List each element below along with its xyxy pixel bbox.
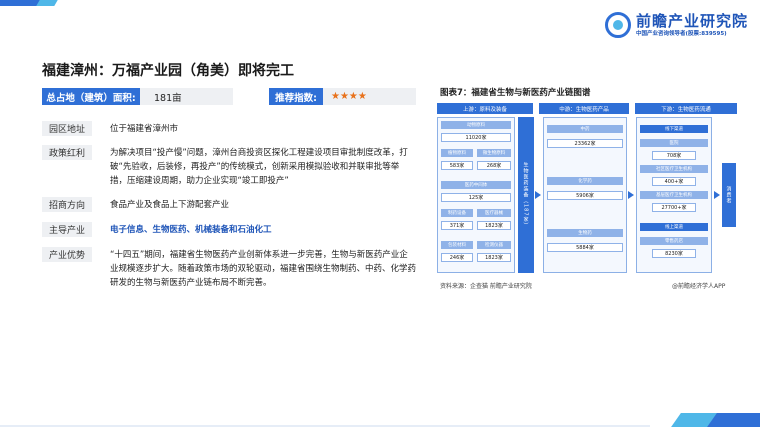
upstream-value: 246家 <box>441 253 473 262</box>
midstream-value: 23362家 <box>547 139 623 148</box>
midstream-value: 5884家 <box>547 243 623 252</box>
upstream-bar: 微生物原料 <box>477 149 511 157</box>
midstream-bar: 化学药 <box>547 177 623 185</box>
area-label: 总占地（建筑）面积: <box>42 88 140 105</box>
upstream-value: 371家 <box>441 221 473 230</box>
row-value: 电子信息、生物医药、机械装备和石油化工 <box>110 224 272 235</box>
detail-row-advantage: 产业优势 “十四五”期间，福建省生物医药产业创新体系进一步完善，生物与新医药产业… <box>42 247 416 295</box>
midstream-bar: 中药 <box>547 125 623 133</box>
arrow-right-icon <box>628 191 634 199</box>
downstream-channel-bar: 线下渠道 <box>640 125 708 133</box>
arrow-right-icon <box>714 191 720 199</box>
logo-subtitle: 中国产业咨询领导者(股票:839595) <box>635 30 727 37</box>
industry-chain-diagram: 上游：原料及装备 中游：生物医药产品 下游：生物医药流通 动物原料 11020家… <box>437 103 737 273</box>
downstream-bar: 社区医疗卫生机构 <box>640 165 708 173</box>
upstream-value: 268家 <box>477 161 511 170</box>
row-label: 政策红利 <box>42 145 92 160</box>
rating-stars-icon: ★★★★ <box>323 88 416 105</box>
corner-decoration-top-left <box>0 0 58 10</box>
consumer-column: 消费者 <box>722 163 736 227</box>
downstream-header: 下游：生物医药流通 <box>635 103 737 114</box>
upstream-bar: 医药中间体 <box>441 181 511 189</box>
midstream-header: 中游：生物医药产品 <box>539 103 629 114</box>
downstream-bar: 基层医疗卫生机构 <box>640 191 708 199</box>
upstream-bar: 制药设备 <box>441 209 473 217</box>
upstream-bar: 包装材料 <box>441 241 473 249</box>
corner-decoration-bottom-right <box>650 397 760 427</box>
downstream-bar: 医院 <box>640 139 708 147</box>
row-value: “十四五”期间，福建省生物医药产业创新体系进一步完善，生物与新医药产业企业规模逐… <box>110 250 417 288</box>
midstream-value: 5906家 <box>547 191 623 200</box>
downstream-channel-bar: 线上渠道 <box>640 223 708 231</box>
row-label: 招商方向 <box>42 197 92 212</box>
detail-row-investment: 招商方向 食品产业及食品上下游配套产业 <box>42 197 416 212</box>
figure-title: 图表7：福建省生物与新医药产业链图谱 <box>440 88 591 98</box>
upstream-value: 1823家 <box>477 253 511 262</box>
logo-title: 前瞻产业研究院 <box>635 11 748 30</box>
upstream-header: 上游：原料及装备 <box>437 103 533 114</box>
midstream-bar: 生物药 <box>547 229 623 237</box>
detail-row-policy: 政策红利 为解决项目“投产慢”问题，漳州台商投资区探化工程建设项目审批制度改革，… <box>42 145 416 193</box>
page-title: 福建漳州：万福产业园（角美）即将完工 <box>42 63 294 79</box>
upstream-value: 583家 <box>441 161 473 170</box>
figure-credit: @前瞻经济学人APP <box>672 283 726 290</box>
downstream-value: 8230家 <box>652 249 696 258</box>
detail-row-address: 园区地址 位于福建省漳州市 <box>42 121 416 136</box>
row-value: 位于福建省漳州市 <box>110 123 179 134</box>
arrow-right-icon <box>535 191 541 199</box>
upstream-value: 11020家 <box>441 133 511 142</box>
row-label: 主导产业 <box>42 222 92 237</box>
rating-label: 推荐指数: <box>269 88 323 105</box>
upstream-bar: 检测仪器 <box>477 241 511 249</box>
downstream-value: 400+家 <box>652 177 696 186</box>
row-label: 产业优势 <box>42 247 92 262</box>
downstream-bar: 零售药店 <box>640 237 708 245</box>
center-equipment-column: 生物医药装备（187家） <box>518 117 534 273</box>
logo-mark-icon <box>604 12 631 38</box>
row-value: 食品产业及食品上下游配套产业 <box>110 199 230 210</box>
row-value: 为解决项目“投产慢”问题，漳州台商投资区探化工程建设项目审批制度改革，打破“先验… <box>110 148 408 186</box>
detail-row-industry: 主导产业 电子信息、生物医药、机械装备和石油化工 <box>42 222 416 237</box>
info-bar: 总占地（建筑）面积: 181亩 推荐指数: ★★★★ <box>42 88 416 105</box>
upstream-value: 1823家 <box>477 221 511 230</box>
downstream-value: 27700+家 <box>652 203 696 212</box>
upstream-bar: 动物原料 <box>441 121 511 129</box>
row-label: 园区地址 <box>42 121 92 136</box>
downstream-value: 708家 <box>652 151 696 160</box>
figure-source: 资料来源：企查猫 前瞻产业研究院 <box>440 283 532 290</box>
area-value: 181亩 <box>140 88 233 105</box>
upstream-bar: 医疗器械 <box>477 209 511 217</box>
upstream-bar: 植物原料 <box>441 149 473 157</box>
upstream-value: 125家 <box>441 193 511 202</box>
brand-logo: 前瞻产业研究院 中国产业咨询领导者(股票:839595) <box>604 11 748 38</box>
